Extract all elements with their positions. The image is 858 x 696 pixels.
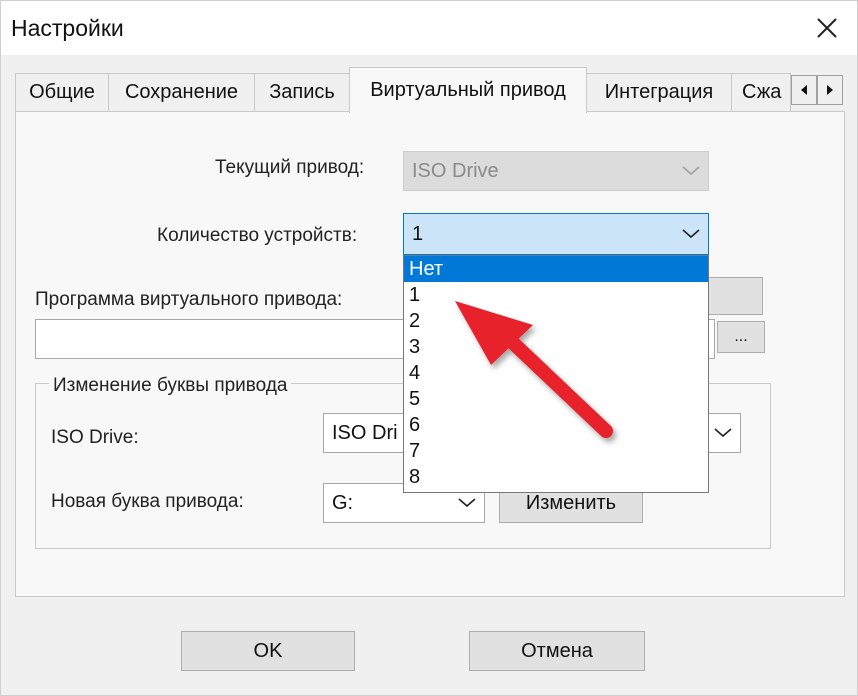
title-bar: Настройки xyxy=(1,1,857,55)
dropdown-option-none[interactable]: Нет xyxy=(404,256,708,282)
device-count-select[interactable]: 1 xyxy=(403,213,709,255)
settings-dialog: Настройки Общие Сохранение Запись Виртуа… xyxy=(0,0,858,696)
iso-drive-label: ISO Drive: xyxy=(51,427,139,448)
chevron-down-icon xyxy=(682,166,700,176)
current-drive-value: ISO Drive xyxy=(412,159,499,182)
device-count-label: Количество устройств: xyxy=(157,225,358,246)
window-title: Настройки xyxy=(11,15,124,41)
chevron-down-icon xyxy=(458,498,476,508)
triangle-right-icon xyxy=(827,85,833,95)
tab-scroll-left-button[interactable] xyxy=(791,75,817,105)
tab-virtual-drive[interactable]: Виртуальный привод xyxy=(349,67,587,113)
current-drive-label: Текущий привод: xyxy=(215,157,365,178)
chevron-down-icon xyxy=(714,428,732,438)
close-icon xyxy=(817,18,837,38)
tab-integration[interactable]: Интеграция xyxy=(586,73,732,111)
browse-button[interactable]: ... xyxy=(717,321,765,353)
tab-scroll-right-button[interactable] xyxy=(817,75,843,105)
dropdown-option-3[interactable]: 3 xyxy=(404,334,708,360)
dropdown-option-2[interactable]: 2 xyxy=(404,308,708,334)
ok-button[interactable]: OK xyxy=(181,631,355,671)
dropdown-option-4[interactable]: 4 xyxy=(404,360,708,386)
program-label: Программа виртуального привода: xyxy=(35,289,343,310)
program-action-button[interactable] xyxy=(701,277,763,315)
iso-drive-value: ISO Dri xyxy=(332,421,398,444)
triangle-left-icon xyxy=(801,85,807,95)
close-button[interactable] xyxy=(797,1,857,55)
dropdown-option-7[interactable]: 7 xyxy=(404,438,708,464)
tab-general[interactable]: Общие xyxy=(15,73,109,111)
dropdown-option-8[interactable]: 8 xyxy=(404,464,708,490)
dropdown-option-1[interactable]: 1 xyxy=(404,282,708,308)
tab-compression[interactable]: Сжа xyxy=(731,73,791,111)
chevron-down-icon xyxy=(682,229,700,239)
current-drive-select: ISO Drive xyxy=(403,151,709,191)
device-count-value: 1 xyxy=(412,222,424,245)
cancel-button[interactable]: Отмена xyxy=(469,631,645,671)
device-count-dropdown: Нет 1 2 3 4 5 6 7 8 xyxy=(403,255,709,493)
tab-saving[interactable]: Сохранение xyxy=(108,73,255,111)
drive-letter-group-title: Изменение буквы привода xyxy=(49,375,292,397)
tab-recording[interactable]: Запись xyxy=(254,73,350,111)
dropdown-option-5[interactable]: 5 xyxy=(404,386,708,412)
dropdown-option-6[interactable]: 6 xyxy=(404,412,708,438)
new-letter-value: G: xyxy=(332,491,354,514)
new-letter-label: Новая буква привода: xyxy=(51,491,244,512)
